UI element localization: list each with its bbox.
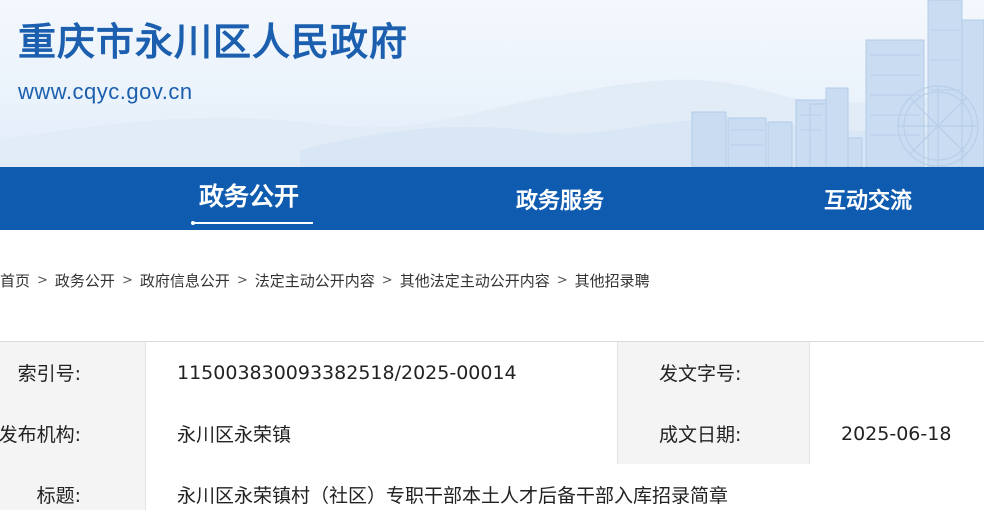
date-value: 2025-06-18	[809, 403, 984, 464]
breadcrumb-separator: >	[236, 272, 248, 288]
breadcrumb-gov-affairs-open[interactable]: 政务公开	[55, 270, 115, 291]
nav-item-interaction[interactable]: 互动交流	[824, 167, 912, 230]
breadcrumb-statutory-content[interactable]: 法定主动公开内容	[255, 270, 375, 291]
title-value: 永川区永荣镇村（社区）专职干部本土人才后备干部入库招录简章	[145, 464, 984, 510]
index-number-label: 索引号:	[0, 342, 145, 403]
doc-number-label: 发文字号:	[617, 342, 809, 403]
site-url[interactable]: www.cqyc.gov.cn	[18, 78, 193, 106]
nav-item-gov-affairs-open[interactable]: 政务公开	[199, 167, 299, 230]
site-title[interactable]: 重庆市永川区人民政府	[18, 18, 408, 66]
publisher-value: 永川区永荣镇	[145, 403, 617, 464]
doc-number-value	[809, 342, 984, 403]
info-row-publisher: 发布机构: 永川区永荣镇 成文日期: 2025-06-18	[0, 403, 984, 464]
breadcrumb-other-recruitment[interactable]: 其他招录聘	[575, 270, 650, 291]
breadcrumb-separator: >	[121, 272, 133, 288]
date-label: 成文日期:	[617, 403, 809, 464]
info-row-title: 标题: 永川区永荣镇村（社区）专职干部本土人才后备干部入库招录简章	[0, 464, 984, 510]
breadcrumb-other-statutory-content[interactable]: 其他法定主动公开内容	[400, 270, 550, 291]
breadcrumb-separator: >	[381, 272, 393, 288]
breadcrumb-home[interactable]: 首页	[0, 270, 30, 291]
nav-item-gov-services[interactable]: 政务服务	[516, 167, 604, 230]
info-row-index: 索引号: 115003830093382518/2025-00014 发文字号:	[0, 342, 984, 403]
publisher-label: 发布机构:	[0, 403, 145, 464]
breadcrumb: 首页 > 政务公开 > 政府信息公开 > 法定主动公开内容 > 其他法定主动公开…	[0, 268, 650, 292]
index-number-value: 115003830093382518/2025-00014	[145, 342, 617, 403]
breadcrumb-gov-info-open[interactable]: 政府信息公开	[140, 270, 230, 291]
header-banner: 重庆市永川区人民政府 www.cqyc.gov.cn	[0, 0, 984, 167]
document-info-table: 索引号: 115003830093382518/2025-00014 发文字号:…	[0, 341, 984, 510]
nav-active-underline	[195, 222, 313, 224]
breadcrumb-separator: >	[556, 272, 568, 288]
breadcrumb-separator: >	[37, 272, 48, 288]
title-label: 标题:	[0, 464, 145, 510]
main-nav: 政务公开 政务服务 互动交流	[0, 167, 984, 366]
